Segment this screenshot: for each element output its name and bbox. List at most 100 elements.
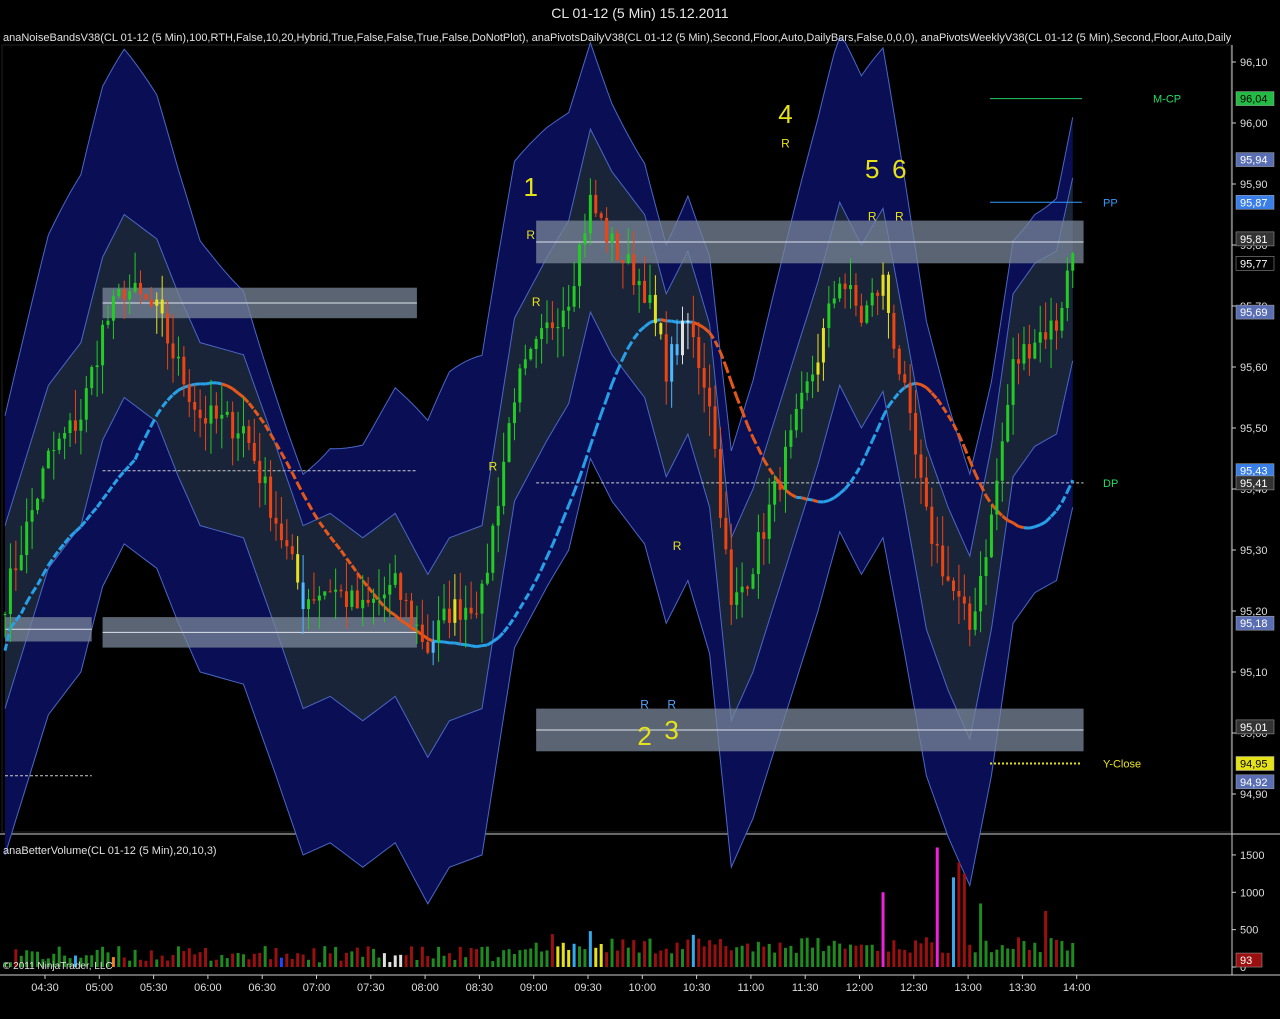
volume-bar (545, 950, 549, 967)
volume-bar (697, 938, 701, 967)
candle-body (924, 477, 928, 507)
volume-tick-label: 1000 (1240, 887, 1264, 899)
candle-body (122, 288, 126, 300)
volume-bar (572, 943, 576, 967)
price-tick-label: 95,60 (1240, 362, 1268, 374)
volume-bar (751, 951, 755, 967)
volume-bar (534, 942, 538, 967)
candle-body (892, 312, 896, 349)
volume-bar (670, 953, 674, 967)
volume-bar (735, 947, 739, 967)
candle-body (550, 322, 554, 329)
candle-body (328, 591, 332, 593)
candle-body (426, 641, 430, 653)
price-tag-label: 95,94 (1240, 155, 1268, 167)
candle-body (464, 607, 468, 620)
volume-bar (247, 959, 251, 967)
price-tick-label: 95,10 (1240, 667, 1268, 679)
candle-body (979, 576, 983, 612)
volume-bar (653, 953, 657, 967)
candle-body (854, 285, 858, 306)
volume-bar (399, 954, 403, 967)
volume-bar (821, 951, 825, 967)
candle-body (540, 328, 544, 339)
candle-body (258, 460, 262, 484)
candle-body (350, 590, 354, 607)
volume-bar (800, 938, 804, 967)
candle-body (36, 498, 40, 511)
volume-bar (989, 952, 993, 967)
candle-body (101, 324, 105, 366)
time-tick-label: 05:30 (140, 982, 168, 994)
annotation-label: 4 (778, 99, 792, 129)
candle-body (1017, 359, 1021, 364)
volume-bar (724, 946, 728, 967)
candle-body (870, 292, 874, 306)
annotation-label: 5 (865, 154, 879, 184)
volume-bar (458, 946, 462, 967)
volume-bar (952, 877, 955, 967)
candle-body (480, 583, 484, 614)
moving-average-segment (454, 641, 461, 646)
volume-bar (637, 952, 641, 967)
volume-bar (285, 953, 289, 967)
candle-body (773, 481, 777, 505)
candle-body (572, 286, 576, 307)
candle-body (420, 624, 424, 642)
time-tick-label: 04:30 (31, 982, 59, 994)
candle-body (605, 217, 609, 243)
candle-body (252, 442, 256, 461)
volume-bar (762, 946, 766, 967)
level-label: Y-Close (1103, 759, 1141, 771)
volume-bar (485, 946, 489, 967)
volume-bar (133, 949, 137, 967)
volume-bar (610, 938, 614, 967)
candle-body (41, 468, 45, 499)
volume-bar (870, 944, 874, 967)
volume-bar (269, 959, 273, 967)
candle-body (3, 614, 7, 616)
volume-bar (621, 939, 625, 967)
volume-bar (729, 950, 733, 967)
volume-bar (843, 948, 847, 967)
moving-average-segment (465, 643, 472, 648)
volume-bar (415, 959, 419, 967)
volume-bar (838, 943, 842, 967)
time-tick-label: 12:30 (900, 982, 928, 994)
volume-bar (334, 946, 338, 967)
candle-body (312, 599, 316, 601)
candle-body (176, 356, 180, 359)
time-tick-label: 10:30 (683, 982, 711, 994)
volume-bar (567, 949, 571, 967)
volume-bar (193, 954, 197, 967)
volume-bar (708, 940, 712, 967)
volume-bar (502, 950, 506, 967)
time-tick-label: 06:00 (194, 982, 222, 994)
volume-bar (301, 954, 305, 967)
candle-body (25, 521, 29, 556)
candle-body (778, 481, 782, 490)
candle-body (95, 365, 99, 368)
volume-bar (252, 953, 256, 967)
annotation-label: R (526, 228, 535, 242)
volume-bar (323, 946, 327, 967)
candle-body (307, 599, 311, 610)
volume-bar (437, 946, 441, 967)
volume-bar (756, 941, 760, 967)
candle-body (73, 420, 77, 431)
volume-bar (312, 948, 316, 967)
candle-body (1044, 332, 1048, 340)
candle-body (762, 532, 766, 539)
price-chart[interactable]: 1 R R R R 2 R 3 R 4 R 5 R 6 R M-CP PP DP Y-Close 96,10 96,00… (0, 0, 1280, 1019)
volume-bar (583, 949, 587, 967)
volume-bar (339, 960, 343, 967)
candle-body (290, 546, 294, 555)
volume-bar (924, 937, 928, 967)
price-tag-label: 95,77 (1240, 258, 1268, 270)
candle-body (675, 344, 679, 356)
candle-body (789, 430, 793, 447)
candle-body (117, 288, 121, 297)
candle-body (843, 283, 847, 290)
candle-body (849, 285, 853, 290)
volume-bar (946, 952, 950, 967)
